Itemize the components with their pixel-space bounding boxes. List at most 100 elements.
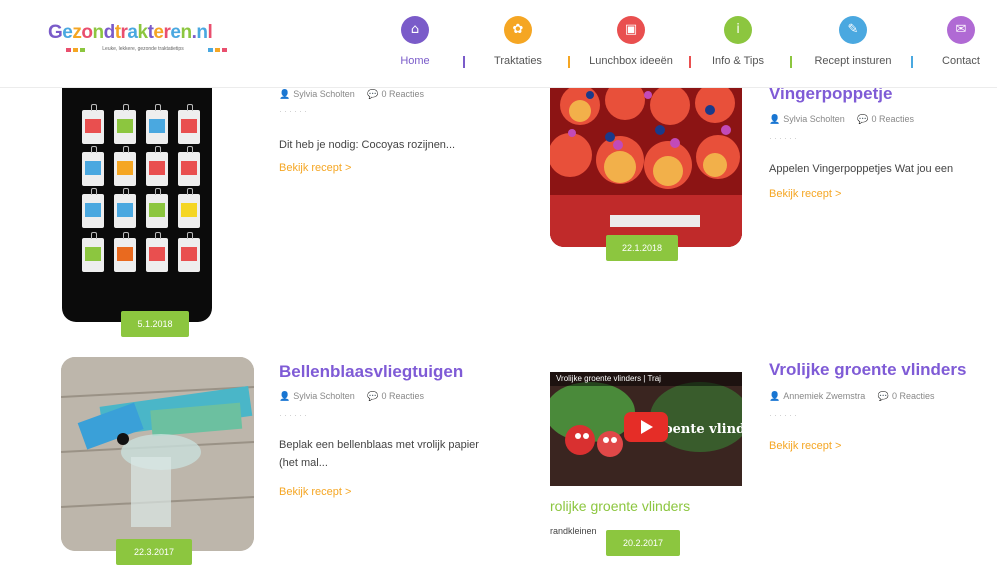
mail-icon: ✉ [947,16,975,44]
tag-card [82,232,104,272]
tag-color-fill [117,119,133,133]
nav-label-lunchbox: Lunchbox ideeën [589,55,673,67]
post-excerpt: Dit heb je nodig: Cocoyas rozijnen... [279,139,456,151]
post-meta: 👤 Sylvia Scholten 💬 0 Reacties [279,89,424,100]
nav-label-home: Home [400,55,430,67]
tag-color-fill [85,247,101,261]
tag-card [178,232,200,272]
tag-color-fill [149,119,165,133]
tag-card [146,104,168,144]
logo-right-dots [208,48,238,52]
post-meta: 👤 Sylvia Scholten 💬 0 Reacties [769,114,914,125]
logo-letter: n [196,22,208,43]
send-icon: ✎ [839,16,867,44]
post-title[interactable]: Vrolijke groente vlinders [769,360,966,380]
post-excerpt: Appelen Vingerpoppetjes Wat jou een [769,163,954,175]
apple-photo [550,75,742,247]
mail-glyph: ✉ [955,22,967,37]
tag-card [178,188,200,228]
read-more-link[interactable]: Bekijk recept > [769,188,841,200]
video-title[interactable]: Vrolijke groente vlinders | Traj [556,374,661,383]
logo-letter: d [103,22,116,43]
tag-card [178,104,200,144]
post-author: Sylvia Scholten [783,114,845,124]
post-meta: 👤 Sylvia Scholten 💬 0 Reacties [279,391,424,402]
post-image-apples[interactable] [550,75,742,247]
site-logo[interactable]: Gezondtrakteren.nl Leuke, lekkere, gezon… [48,22,248,72]
tag-card [146,232,168,272]
user-icon: 👤 [769,392,781,402]
nav-label-contact: Contact [942,55,980,67]
user-icon: 👤 [279,90,291,100]
tag-color-fill [85,203,101,217]
post-author: Annemiek Zwemstra [783,391,866,401]
logo-letter: z [72,22,82,43]
comment-icon: 💬 [857,115,869,125]
tag-color-fill [181,247,197,261]
nav-item-home[interactable]: ⌂ Home [397,16,433,67]
divider-dots: ······ [279,106,309,116]
user-icon: 👤 [769,115,781,125]
logo-letter: a [127,22,138,43]
nav-item-recept-insturen[interactable]: ✎ Recept insturen [803,16,903,67]
tag-color-fill [149,161,165,175]
logo-letter: G [48,22,63,43]
nav-separator [790,56,792,68]
tag-color-fill [85,119,101,133]
tag-color-fill [117,161,133,175]
post-image-plane[interactable] [61,357,254,551]
plane-photo [61,357,254,551]
logo-letter: n [92,22,104,43]
tag-card [146,188,168,228]
nav-separator [689,56,691,68]
nav-item-info[interactable]: i Info & Tips [705,16,771,67]
post-reactions[interactable]: 0 Reacties [382,391,425,401]
read-more-link[interactable]: Bekijk recept > [769,440,841,452]
post-meta: 👤 Annemiek Zwemstra 💬 0 Reacties [769,391,935,402]
play-icon[interactable] [624,412,668,442]
treat-icon: ✿ [504,16,532,44]
tag-card [82,104,104,144]
tag-card [114,146,136,186]
date-badge: 22.1.2018 [606,235,678,261]
video-credit: randkleinen [550,526,597,536]
logo-letter: e [153,22,164,43]
date-badge: 20.2.2017 [606,530,680,556]
nav-label-traktaties: Traktaties [494,55,542,67]
divider-dots: ······ [769,410,799,420]
divider-dots: ······ [769,133,799,143]
nav-item-lunchbox[interactable]: ▣ Lunchbox ideeën [581,16,681,67]
logo-letter: e [170,22,181,43]
post-author: Sylvia Scholten [293,89,355,99]
home-glyph: ⌂ [410,22,420,37]
main-nav: ⌂ Home ✿ Traktaties ▣ Lunchbox ideeën i … [385,16,997,76]
nav-label-recept-insturen: Recept insturen [814,55,892,67]
post-image-tags[interactable] [62,62,212,322]
treat-glyph: ✿ [512,22,524,37]
post-reactions[interactable]: 0 Reacties [892,391,935,401]
logo-letter: r [163,22,171,43]
post-reactions[interactable]: 0 Reacties [872,114,915,124]
post-title[interactable]: Bellenblaasvliegtuigen [279,362,463,382]
logo-letter: r [120,22,128,43]
user-icon: 👤 [279,392,291,402]
lunchbox-glyph: ▣ [624,22,638,37]
nav-item-traktaties[interactable]: ✿ Traktaties [485,16,551,67]
post-reactions[interactable]: 0 Reacties [382,89,425,99]
tag-color-fill [181,203,197,217]
logo-left-dots [66,48,96,52]
nav-separator [463,56,465,68]
tag-card [114,104,136,144]
tag-card [146,146,168,186]
video-embed[interactable]: Vrolijke groente vlinders | Traj groente… [550,372,742,486]
logo-letter: l [207,22,213,43]
date-badge: 5.1.2018 [121,311,189,337]
tag-card [178,146,200,186]
tag-color-fill [117,247,133,261]
nav-separator [911,56,913,68]
read-more-link[interactable]: Bekijk recept > [279,486,351,498]
tag-color-fill [149,247,165,261]
read-more-link[interactable]: Bekijk recept > [279,162,351,174]
tag-color-fill [181,119,197,133]
nav-item-contact[interactable]: ✉ Contact [931,16,991,67]
